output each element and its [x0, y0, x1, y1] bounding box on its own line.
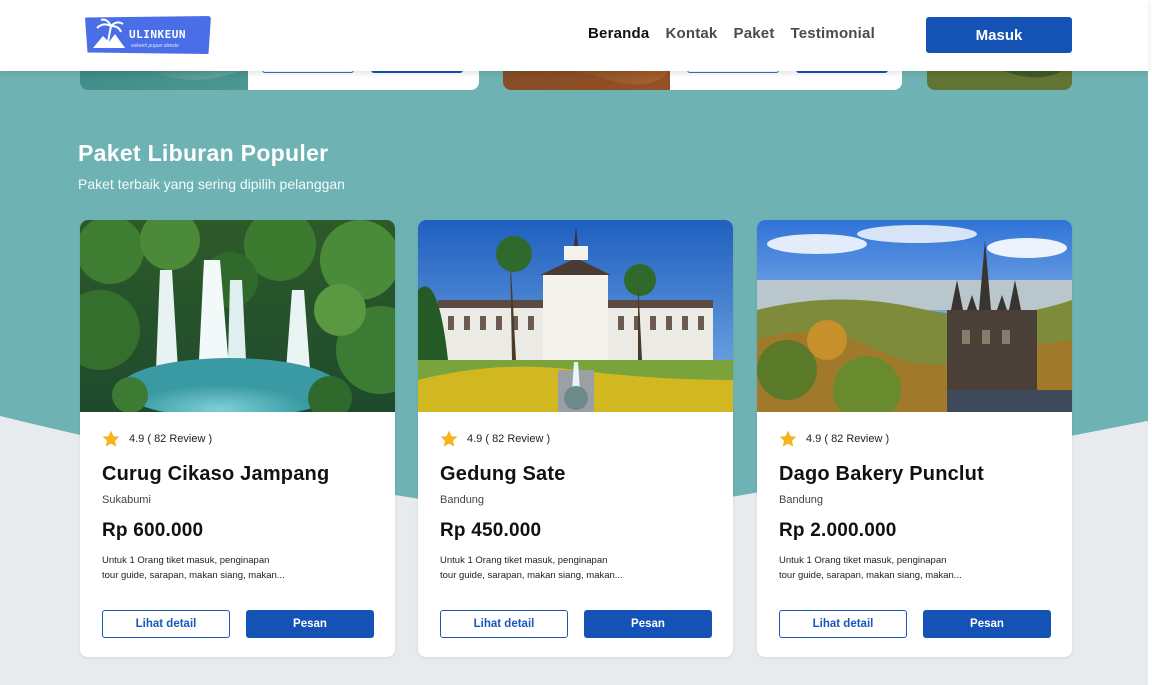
brand-tagline: sekeeh pupun alresto	[131, 43, 179, 49]
description-line: tour guide, sarapan, makan siang, makan.…	[779, 570, 962, 581]
package-price: Rp 2.000.000	[779, 520, 897, 541]
login-button[interactable]: Masuk	[926, 17, 1072, 53]
package-title: Curug Cikaso Jampang	[102, 463, 330, 485]
star-icon	[779, 430, 797, 447]
rating-text: 4.9 ( 82 Review )	[806, 433, 890, 445]
rating: 4.9 ( 82 Review )	[101, 429, 212, 449]
star-icon	[102, 430, 120, 447]
package-description: Untuk 1 Orang tiket masuk, penginapan to…	[102, 553, 302, 583]
description-line: Untuk 1 Orang tiket masuk, penginapan	[779, 555, 947, 566]
brand-logo[interactable]: ULINKEUN sekeeh pupun alresto	[85, 16, 211, 54]
package-price: Rp 450.000	[440, 520, 542, 541]
section-title: Paket Liburan Populer	[78, 140, 329, 166]
palm-tree-icon	[93, 18, 125, 49]
package-card-gedung-sate[interactable]: 4.9 ( 82 Review ) Gedung Sate Bandung Rp…	[418, 220, 733, 657]
nav-testimonial[interactable]: Testimonial	[791, 25, 875, 42]
description-line: Untuk 1 Orang tiket masuk, penginapan	[102, 555, 270, 566]
package-title: Gedung Sate	[440, 463, 566, 485]
package-city: Bandung	[779, 494, 824, 506]
rating: 4.9 ( 82 Review )	[439, 429, 550, 449]
nav-kontak[interactable]: Kontak	[665, 25, 717, 42]
package-description: Untuk 1 Orang tiket masuk, penginapan to…	[440, 553, 640, 583]
nav-beranda[interactable]: Beranda	[588, 25, 649, 42]
package-card-dago-bakery[interactable]: 4.9 ( 82 Review ) Dago Bakery Punclut Ba…	[757, 220, 1072, 657]
star-icon	[440, 430, 458, 447]
description-line: tour guide, sarapan, makan siang, makan.…	[102, 570, 285, 581]
package-card-curug-cikaso[interactable]: 4.9 ( 82 Review ) Curug Cikaso Jampang S…	[80, 220, 395, 657]
site-header: ULINKEUN sekeeh pupun alresto Beranda Ko…	[0, 0, 1148, 71]
rating: 4.9 ( 82 Review )	[778, 429, 889, 449]
package-price: Rp 600.000	[102, 520, 204, 541]
rating-text: 4.9 ( 82 Review )	[467, 433, 551, 445]
detail-button[interactable]: Lihat detail	[440, 610, 568, 638]
detail-button[interactable]: Lihat detail	[102, 610, 230, 638]
detail-button[interactable]: Lihat detail	[779, 610, 907, 638]
order-button[interactable]: Pesan	[584, 610, 712, 638]
description-line: tour guide, sarapan, makan siang, makan.…	[440, 570, 623, 581]
package-city: Sukabumi	[102, 494, 151, 506]
package-city: Bandung	[440, 494, 485, 506]
nav-paket[interactable]: Paket	[733, 25, 774, 42]
brand-name: ULINKEUN	[129, 28, 186, 41]
order-button[interactable]: Pesan	[246, 610, 374, 638]
main-nav: Beranda Kontak Paket Testimonial	[588, 25, 875, 42]
waterfall-photo	[80, 220, 395, 412]
order-button[interactable]: Pesan	[923, 610, 1051, 638]
section-subtitle: Paket terbaik yang sering dipilih pelang…	[78, 176, 345, 192]
page-edge	[1148, 0, 1152, 685]
package-title: Dago Bakery Punclut	[779, 463, 984, 485]
gedung-sate-photo	[418, 220, 733, 412]
description-line: Untuk 1 Orang tiket masuk, penginapan	[440, 555, 608, 566]
dago-bakery-photo	[757, 220, 1072, 412]
rating-text: 4.9 ( 82 Review )	[129, 433, 213, 445]
package-description: Untuk 1 Orang tiket masuk, penginapan to…	[779, 553, 979, 583]
